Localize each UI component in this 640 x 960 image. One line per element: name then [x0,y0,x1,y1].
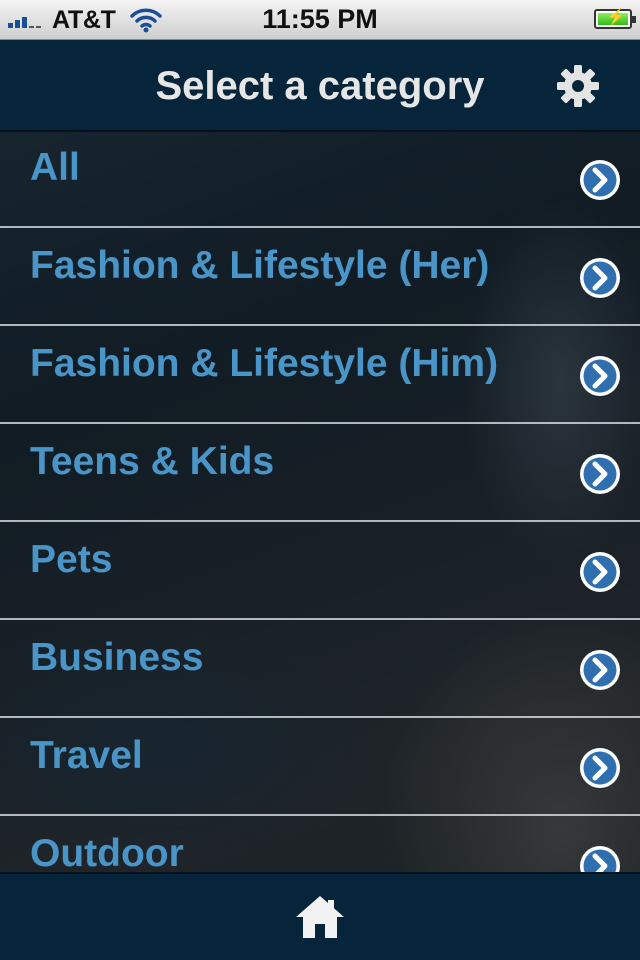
category-label: Business [30,636,204,679]
category-label: All [30,146,80,189]
chevron-right-circle-icon[interactable] [578,746,622,790]
category-label: Fashion & Lifestyle (Her) [30,244,490,287]
category-row-travel[interactable]: Travel [0,720,640,816]
chevron-right-circle-icon[interactable] [578,550,622,594]
chevron-right-circle-icon[interactable] [578,158,622,202]
category-row-fashion-him[interactable]: Fashion & Lifestyle (Him) [0,328,640,424]
category-list: All Fashion & Lifestyle (Her) Fashion & … [0,132,640,872]
battery-charging-icon: ⚡ [594,9,636,29]
category-row-teens-kids[interactable]: Teens & Kids [0,426,640,522]
category-row-all[interactable]: All [0,132,640,228]
chevron-right-circle-icon[interactable] [578,256,622,300]
chevron-right-circle-icon[interactable] [578,648,622,692]
category-row-business[interactable]: Business [0,622,640,718]
category-label: Fashion & Lifestyle (Him) [30,342,499,385]
category-row-fashion-her[interactable]: Fashion & Lifestyle (Her) [0,230,640,326]
category-label: Pets [30,538,113,581]
chevron-right-circle-icon[interactable] [578,354,622,398]
chevron-right-circle-icon[interactable] [578,452,622,496]
category-row-pets[interactable]: Pets [0,524,640,620]
bottom-toolbar [0,872,640,960]
clock: 11:55 PM [262,4,378,34]
gear-icon[interactable] [556,64,600,108]
chevron-right-circle-icon[interactable] [578,844,622,872]
page-title: Select a category [155,64,485,108]
nav-bar: Select a category [0,40,640,132]
category-label: Teens & Kids [30,440,275,483]
category-label: Travel [30,734,143,777]
category-row-outdoor[interactable]: Outdoor [0,818,640,872]
status-bar: AT&T 11:55 PM ⚡ [0,0,640,40]
home-icon[interactable] [294,894,346,940]
category-label: Outdoor [30,832,184,872]
